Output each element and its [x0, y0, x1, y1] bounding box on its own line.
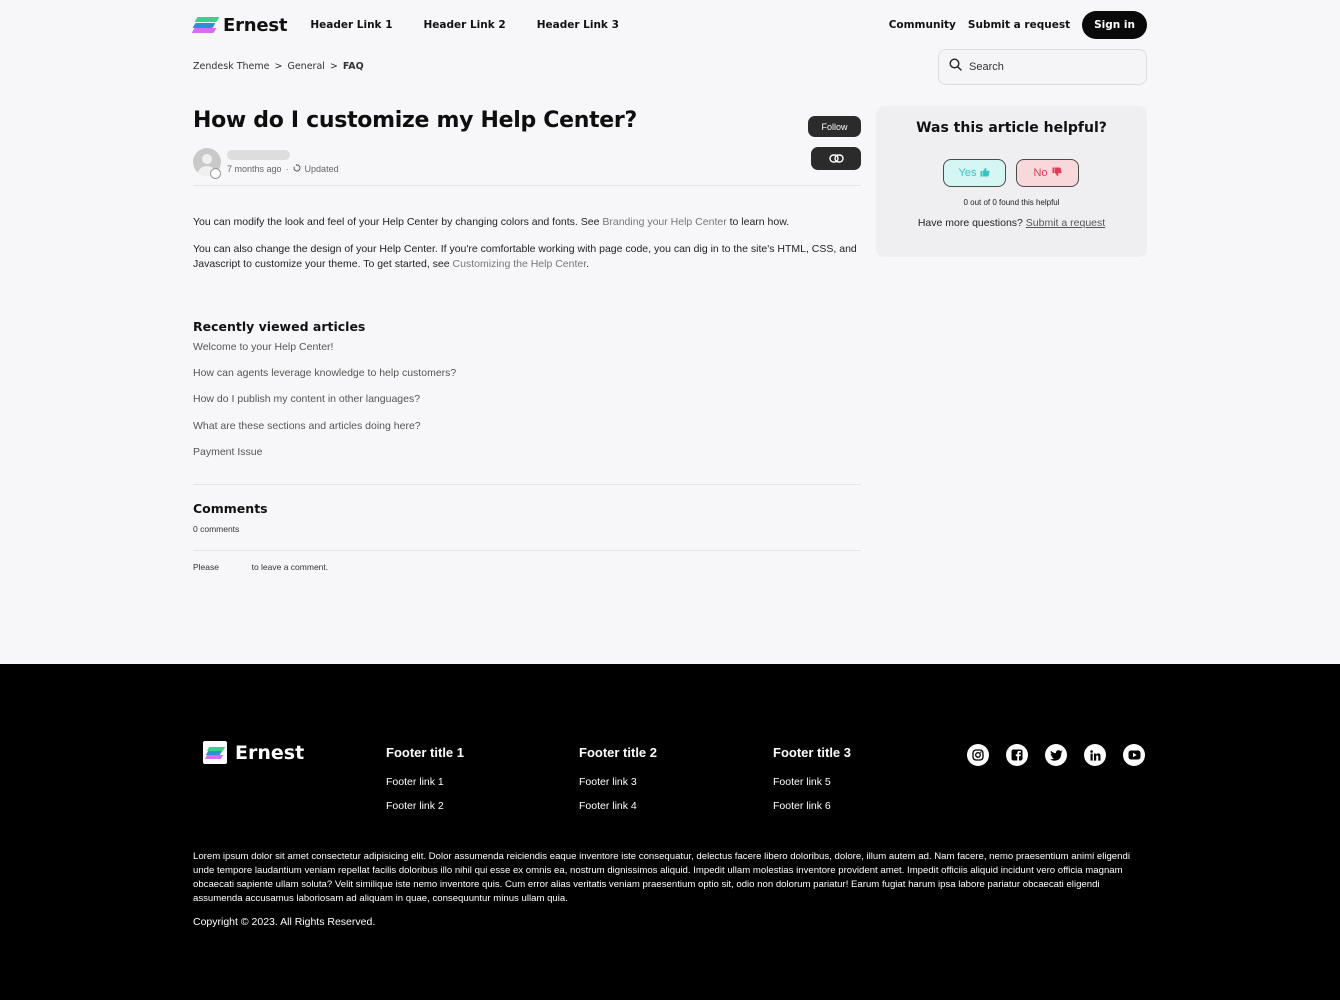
list-item: Payment Issue — [193, 445, 456, 471]
breadcrumb: Zendesk Theme > General > FAQ — [193, 61, 364, 72]
community-link[interactable]: Community — [889, 19, 956, 31]
vote-count: 0 out of 0 found this helpful — [963, 198, 1060, 207]
footer-link[interactable]: Footer link 6 — [773, 800, 851, 812]
footer-title: Footer title 2 — [579, 745, 658, 760]
breadcrumb-item-faq[interactable]: FAQ — [343, 61, 364, 72]
copy-link-button[interactable] — [811, 147, 861, 170]
link-icon — [828, 151, 844, 166]
twitter-icon[interactable] — [1045, 744, 1067, 766]
recent-article-link[interactable]: What are these sections and articles doi… — [193, 420, 421, 432]
header-link-3[interactable]: Header Link 3 — [537, 19, 619, 31]
divider — [193, 550, 861, 551]
linkedin-icon[interactable] — [1084, 744, 1106, 766]
vote-title: Was this article helpful? — [916, 120, 1107, 136]
list-item: Welcome to your Help Center! — [193, 340, 456, 366]
footer-description: Lorem ipsum dolor sit amet consectetur a… — [193, 851, 1130, 904]
footer-link[interactable]: Footer link 4 — [579, 800, 657, 812]
instagram-icon[interactable] — [967, 744, 989, 766]
meta-dot: · — [285, 164, 289, 174]
copyright: Copyright © 2023. All Rights Reserved. — [193, 916, 376, 928]
customizing-link[interactable]: Customizing the Help Center — [453, 258, 587, 270]
footer-link[interactable]: Footer link 5 — [773, 776, 851, 788]
article-updated: Updated — [304, 164, 339, 174]
search-icon — [949, 58, 962, 76]
recently-viewed-title: Recently viewed articles — [193, 319, 366, 334]
logo-text: Ernest — [223, 14, 288, 36]
ernest-logo-icon — [191, 16, 220, 34]
footer-logo-link[interactable]: Ernest — [203, 741, 304, 764]
recent-article-link[interactable]: How do I publish my content in other lan… — [193, 393, 420, 405]
article-date: 7 months ago — [227, 164, 282, 174]
search-input[interactable] — [969, 61, 1129, 73]
vote-submit-request-link[interactable]: Submit a request — [1026, 217, 1105, 229]
recent-article-link[interactable]: How can agents leverage knowledge to hel… — [193, 367, 456, 379]
vote-yes-button[interactable]: Yes — [943, 159, 1006, 187]
article-title: How do I customize my Help Center? — [193, 108, 637, 133]
article-paragraph-2: You can also change the design of your H… — [193, 243, 857, 270]
footer-column-2: Footer title 2 Footer link 3 Footer link… — [579, 745, 657, 824]
footer-logo-text: Ernest — [235, 741, 305, 764]
agent-badge-icon — [210, 168, 221, 179]
breadcrumb-separator: > — [329, 61, 338, 72]
comment-sign-in-link[interactable]: sign in — [223, 562, 248, 572]
breadcrumb-item-zendesk-theme[interactable]: Zendesk Theme — [193, 61, 270, 72]
header-nav: Header Link 1 Header Link 2 Header Link … — [310, 19, 619, 31]
article-vote-box: Was this article helpful? Yes No 0 out o… — [876, 106, 1147, 257]
branding-link[interactable]: Branding your Help Center — [602, 216, 726, 228]
breadcrumb-separator: > — [274, 61, 283, 72]
divider — [193, 484, 861, 485]
comments-count: 0 comments — [193, 524, 240, 534]
search-box — [938, 49, 1147, 85]
youtube-icon[interactable] — [1123, 744, 1145, 766]
article-paragraph-1: You can modify the look and feel of your… — [193, 216, 790, 228]
list-item: What are these sections and articles doi… — [193, 419, 456, 445]
submit-request-link[interactable]: Submit a request — [968, 19, 1070, 31]
header-link-1[interactable]: Header Link 1 — [310, 19, 392, 31]
social-links — [967, 744, 1145, 766]
follow-button[interactable]: Follow — [808, 116, 861, 137]
comment-sign-in-prompt: Please sign in to leave a comment. — [193, 562, 329, 572]
footer-column-3: Footer title 3 Footer link 5 Footer link… — [773, 745, 851, 824]
header-link-2[interactable]: Header Link 2 — [424, 19, 506, 31]
footer-link[interactable]: Footer link 3 — [579, 776, 657, 788]
facebook-icon[interactable] — [1006, 744, 1028, 766]
sign-in-button[interactable]: Sign in — [1082, 11, 1147, 39]
recent-article-link[interactable]: Welcome to your Help Center! — [193, 341, 333, 353]
updated-icon — [293, 164, 301, 174]
footer-title: Footer title 1 — [386, 745, 465, 760]
thumbs-down-icon — [1052, 167, 1062, 180]
list-item: How can agents leverage knowledge to hel… — [193, 366, 456, 392]
breadcrumb-item-general[interactable]: General — [287, 61, 324, 72]
more-questions: Have more questions? Submit a request — [917, 217, 1106, 229]
list-item: How do I publish my content in other lan… — [193, 392, 456, 418]
logo-link[interactable]: Ernest — [191, 14, 288, 36]
recent-article-link[interactable]: Payment Issue — [193, 446, 262, 458]
site-header: Ernest Header Link 1 Header Link 2 Heade… — [191, 10, 1147, 40]
thumbs-up-icon — [980, 167, 991, 180]
footer-link[interactable]: Footer link 1 — [386, 776, 464, 788]
footer-column-1: Footer title 1 Footer link 1 Footer link… — [386, 745, 464, 824]
footer-link[interactable]: Footer link 2 — [386, 800, 464, 812]
divider — [193, 185, 861, 186]
author-name-placeholder — [227, 150, 290, 160]
vote-no-button[interactable]: No — [1016, 159, 1079, 187]
recently-viewed-list: Welcome to your Help Center! How can age… — [193, 340, 456, 471]
footer-title: Footer title 3 — [773, 745, 852, 760]
ernest-logo-icon — [203, 741, 227, 764]
site-footer: Ernest Footer title 1 Footer link 1 Foot… — [0, 664, 1340, 1000]
comments-title: Comments — [193, 501, 268, 516]
header-actions: Community Submit a request Sign in — [889, 11, 1147, 39]
